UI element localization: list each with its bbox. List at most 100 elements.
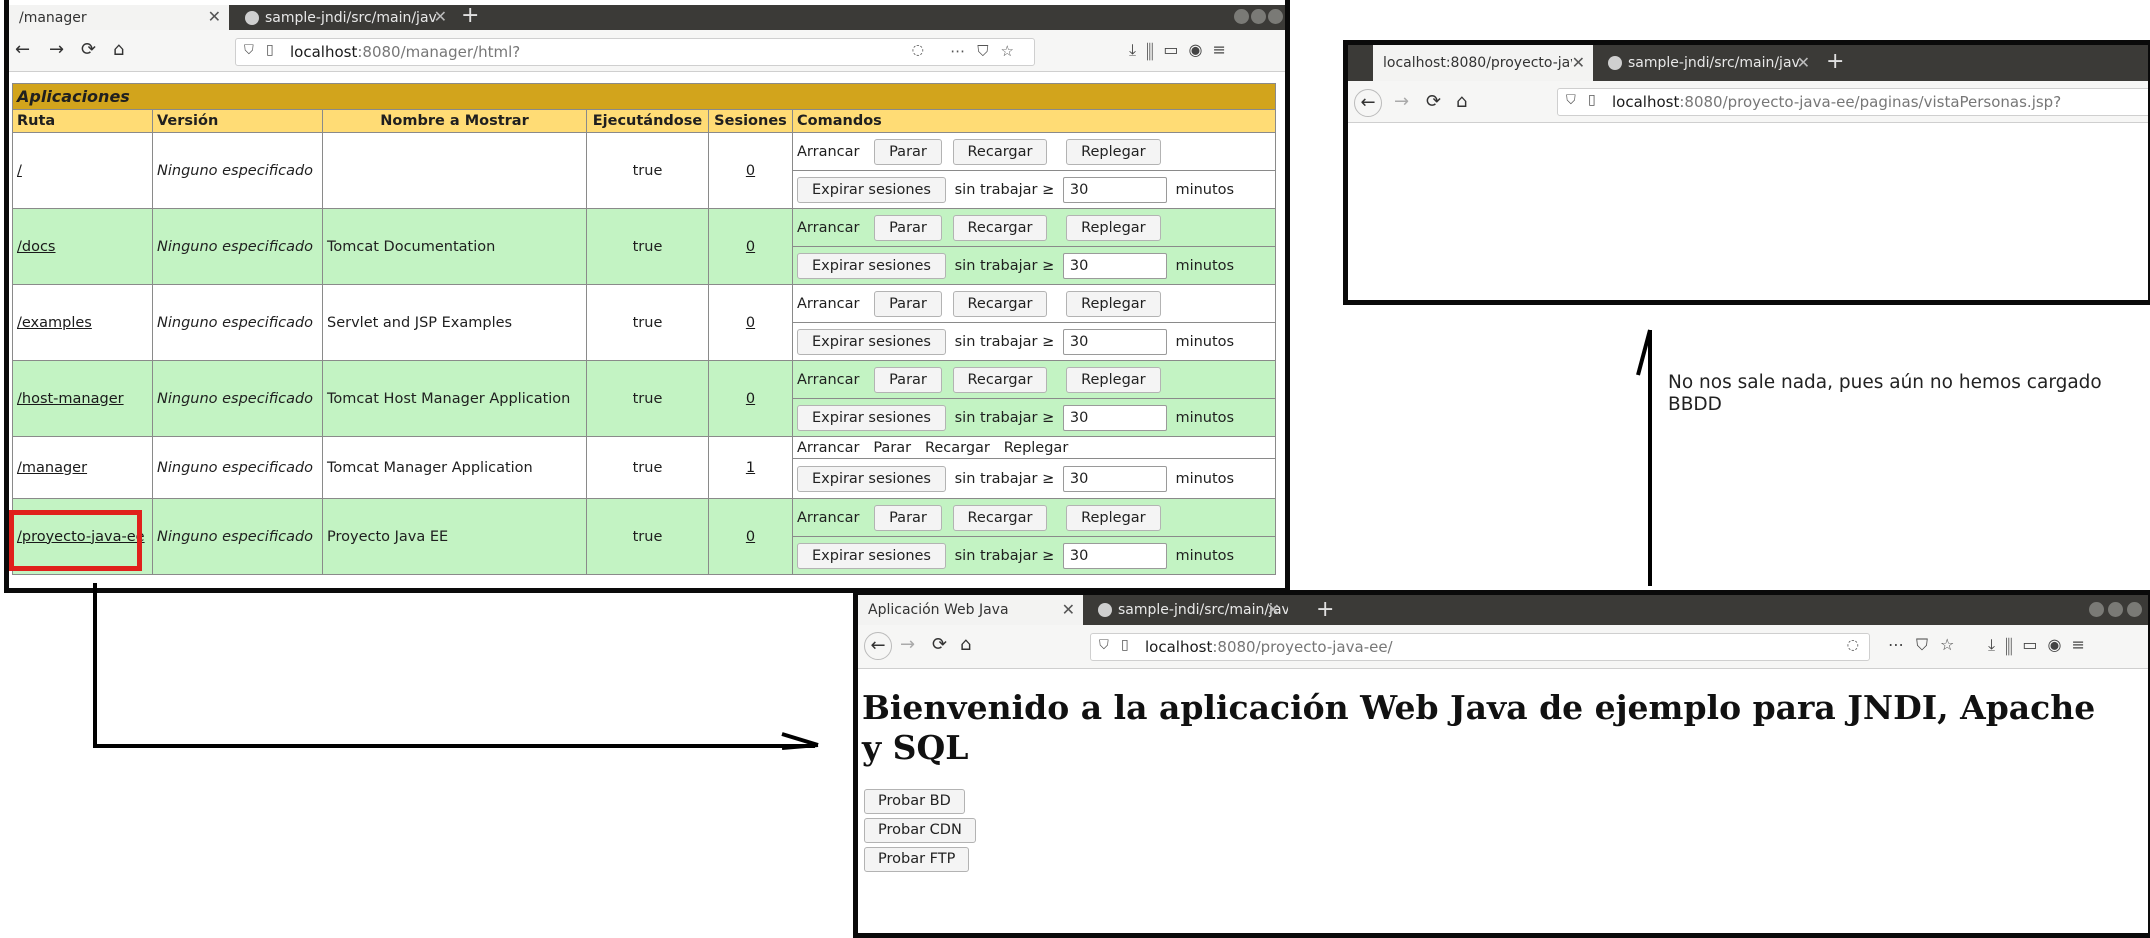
expire-sessions-button[interactable]: Expirar sesiones (797, 404, 946, 431)
sessions-link[interactable]: 1 (746, 460, 755, 476)
idle-minutes-input[interactable]: 30 (1062, 328, 1167, 355)
close-window-icon[interactable] (1268, 9, 1283, 24)
sessions-link[interactable]: 0 (746, 163, 755, 179)
stop-button[interactable]: Parar (874, 290, 942, 317)
running-cell: true (586, 360, 709, 437)
reload-button[interactable]: Recargar (952, 504, 1048, 531)
url-bar[interactable]: ⛉ ▯ localhost:8080/proyecto-java-ee/pagi… (1557, 88, 2148, 116)
arrow-head-left (1636, 329, 1652, 376)
new-tab-icon[interactable]: + (461, 3, 479, 28)
forward-icon[interactable]: → (900, 634, 915, 655)
minimize-icon[interactable] (2089, 602, 2104, 617)
forward-icon[interactable]: → (1394, 91, 1409, 112)
sessions-link[interactable]: 0 (746, 391, 755, 407)
back-icon[interactable]: ← (15, 39, 30, 60)
idle-minutes-input[interactable]: 30 (1062, 542, 1167, 569)
close-icon[interactable]: ✕ (1062, 600, 1075, 619)
app-path-link[interactable]: /examples (17, 315, 92, 331)
probar-ftp-button[interactable]: Probar FTP (864, 847, 970, 872)
tab-vista-personas[interactable]: localhost:8080/proyecto-jav ✕ (1373, 45, 1593, 81)
expire-cell: Expirar sesiones sin trabajar ≥ 30 minut… (792, 458, 1276, 499)
expire-sessions-button[interactable]: Expirar sesiones (797, 176, 946, 203)
undeploy-button[interactable]: Replegar (1066, 504, 1161, 531)
expire-sessions-button[interactable]: Expirar sesiones (797, 328, 946, 355)
home-icon[interactable]: ⌂ (1456, 91, 1467, 112)
back-icon[interactable]: ← (1354, 89, 1382, 117)
tab-github[interactable]: sample-jndi/src/main/jav ✕ (235, 5, 455, 30)
idle-label: sin trabajar ≥ (954, 257, 1055, 274)
back-icon[interactable]: ← (864, 632, 892, 660)
url-host: localhost (290, 43, 358, 61)
toolbar-icons[interactable]: ⤓⫼▭◉≡ (1129, 40, 1236, 60)
stop-button[interactable]: Parar (874, 138, 942, 165)
commands-cell: Arrancar Parar Recargar Replegar (792, 284, 1276, 323)
reload-icon[interactable]: ⟳ (932, 634, 947, 655)
reload-button[interactable]: Recargar (952, 214, 1048, 241)
commands-cell: Arrancar Parar Recargar Replegar (792, 360, 1276, 399)
url-bar[interactable]: ⛉ ▯ localhost:8080/proyecto-java-ee/ ◌ (1090, 633, 1870, 661)
tab-github[interactable]: sample-jndi/src/main/jav ✕ (1088, 595, 1288, 625)
reload-button[interactable]: Recargar (952, 366, 1048, 393)
reload-button[interactable]: Recargar (952, 290, 1048, 317)
new-tab-icon[interactable]: + (1826, 49, 1844, 74)
forward-icon[interactable]: → (49, 39, 64, 60)
sessions-link[interactable]: 0 (746, 239, 755, 255)
app-path-link[interactable]: /host-manager (17, 391, 124, 407)
tab-label: localhost:8080/proyecto-jav (1383, 55, 1579, 71)
stop-button[interactable]: Parar (874, 214, 942, 241)
probar-cdn-button[interactable]: Probar CDN (864, 818, 976, 843)
expire-sessions-button[interactable]: Expirar sesiones (797, 542, 946, 569)
maximize-icon[interactable] (2108, 602, 2123, 617)
tab-manager[interactable]: /manager ✕ (9, 5, 229, 30)
app-path-link[interactable]: /manager (17, 460, 87, 476)
close-icon[interactable]: ✕ (1267, 600, 1280, 619)
close-icon[interactable]: ✕ (434, 7, 447, 26)
reload-icon[interactable]: ⟳ (81, 39, 96, 60)
close-icon[interactable]: ✕ (1797, 53, 1810, 72)
home-icon[interactable]: ⌂ (113, 39, 124, 60)
bulb-icon[interactable]: ◌ (1847, 637, 1859, 653)
stop-button[interactable]: Parar (874, 504, 942, 531)
probar-bd-button[interactable]: Probar BD (864, 789, 965, 814)
version-cell: Ninguno especificado (152, 208, 323, 285)
minimize-icon[interactable] (1234, 9, 1249, 24)
toolbar-icons[interactable]: ⤓⫼▭◉≡ (1988, 635, 2095, 655)
tab-label: /manager (19, 9, 87, 26)
stop-button[interactable]: Parar (874, 366, 942, 393)
running-cell: true (586, 132, 709, 209)
maximize-icon[interactable] (1251, 9, 1266, 24)
undeploy-button[interactable]: Replegar (1066, 138, 1161, 165)
sessions-link[interactable]: 0 (746, 315, 755, 331)
minutes-label: minutos (1175, 470, 1235, 487)
undeploy-button[interactable]: Replegar (1066, 290, 1161, 317)
url-rest: :8080/proyecto-java-ee/ (1212, 638, 1393, 656)
app-path-link[interactable]: / (17, 163, 22, 179)
tab-aplicacion-web-java[interactable]: Aplicación Web Java ✕ (858, 595, 1083, 625)
url-actions-icon[interactable]: ⋯⛉☆ (950, 42, 1026, 60)
start-label: Arrancar (797, 143, 860, 160)
close-icon[interactable]: ✕ (1571, 53, 1585, 72)
idle-minutes-input[interactable]: 30 (1062, 465, 1167, 492)
app-path-link[interactable]: /docs (17, 239, 56, 255)
expire-sessions-button[interactable]: Expirar sesiones (797, 465, 946, 492)
nav-bar: ← → ⟳ ⌂ ⛉ ▯ localhost:8080/proyecto-java… (1348, 81, 2148, 123)
tab-github[interactable]: sample-jndi/src/main/jav ✕ (1598, 45, 1818, 81)
reload-button[interactable]: Recargar (952, 138, 1048, 165)
close-window-icon[interactable] (2127, 602, 2142, 617)
url-bar[interactable]: ⛉ ▯ localhost:8080/manager/html? ◌ ⋯⛉☆ (235, 38, 1035, 66)
idle-minutes-input[interactable]: 30 (1062, 404, 1167, 431)
close-icon[interactable]: ✕ (208, 7, 221, 26)
display-name-cell: Tomcat Manager Application (322, 436, 587, 499)
reload-icon[interactable]: ⟳ (1426, 91, 1441, 112)
home-icon[interactable]: ⌂ (960, 634, 971, 655)
new-tab-icon[interactable]: + (1316, 597, 1334, 622)
idle-minutes-input[interactable]: 30 (1062, 176, 1167, 203)
url-host: localhost (1145, 638, 1213, 656)
url-actions-icon[interactable]: ⋯⛉☆ (1888, 635, 1966, 655)
bulb-icon[interactable]: ◌ (912, 42, 924, 58)
idle-minutes-input[interactable]: 30 (1062, 252, 1167, 279)
expire-sessions-button[interactable]: Expirar sesiones (797, 252, 946, 279)
undeploy-button[interactable]: Replegar (1066, 366, 1161, 393)
undeploy-button[interactable]: Replegar (1066, 214, 1161, 241)
sessions-link[interactable]: 0 (746, 529, 755, 545)
